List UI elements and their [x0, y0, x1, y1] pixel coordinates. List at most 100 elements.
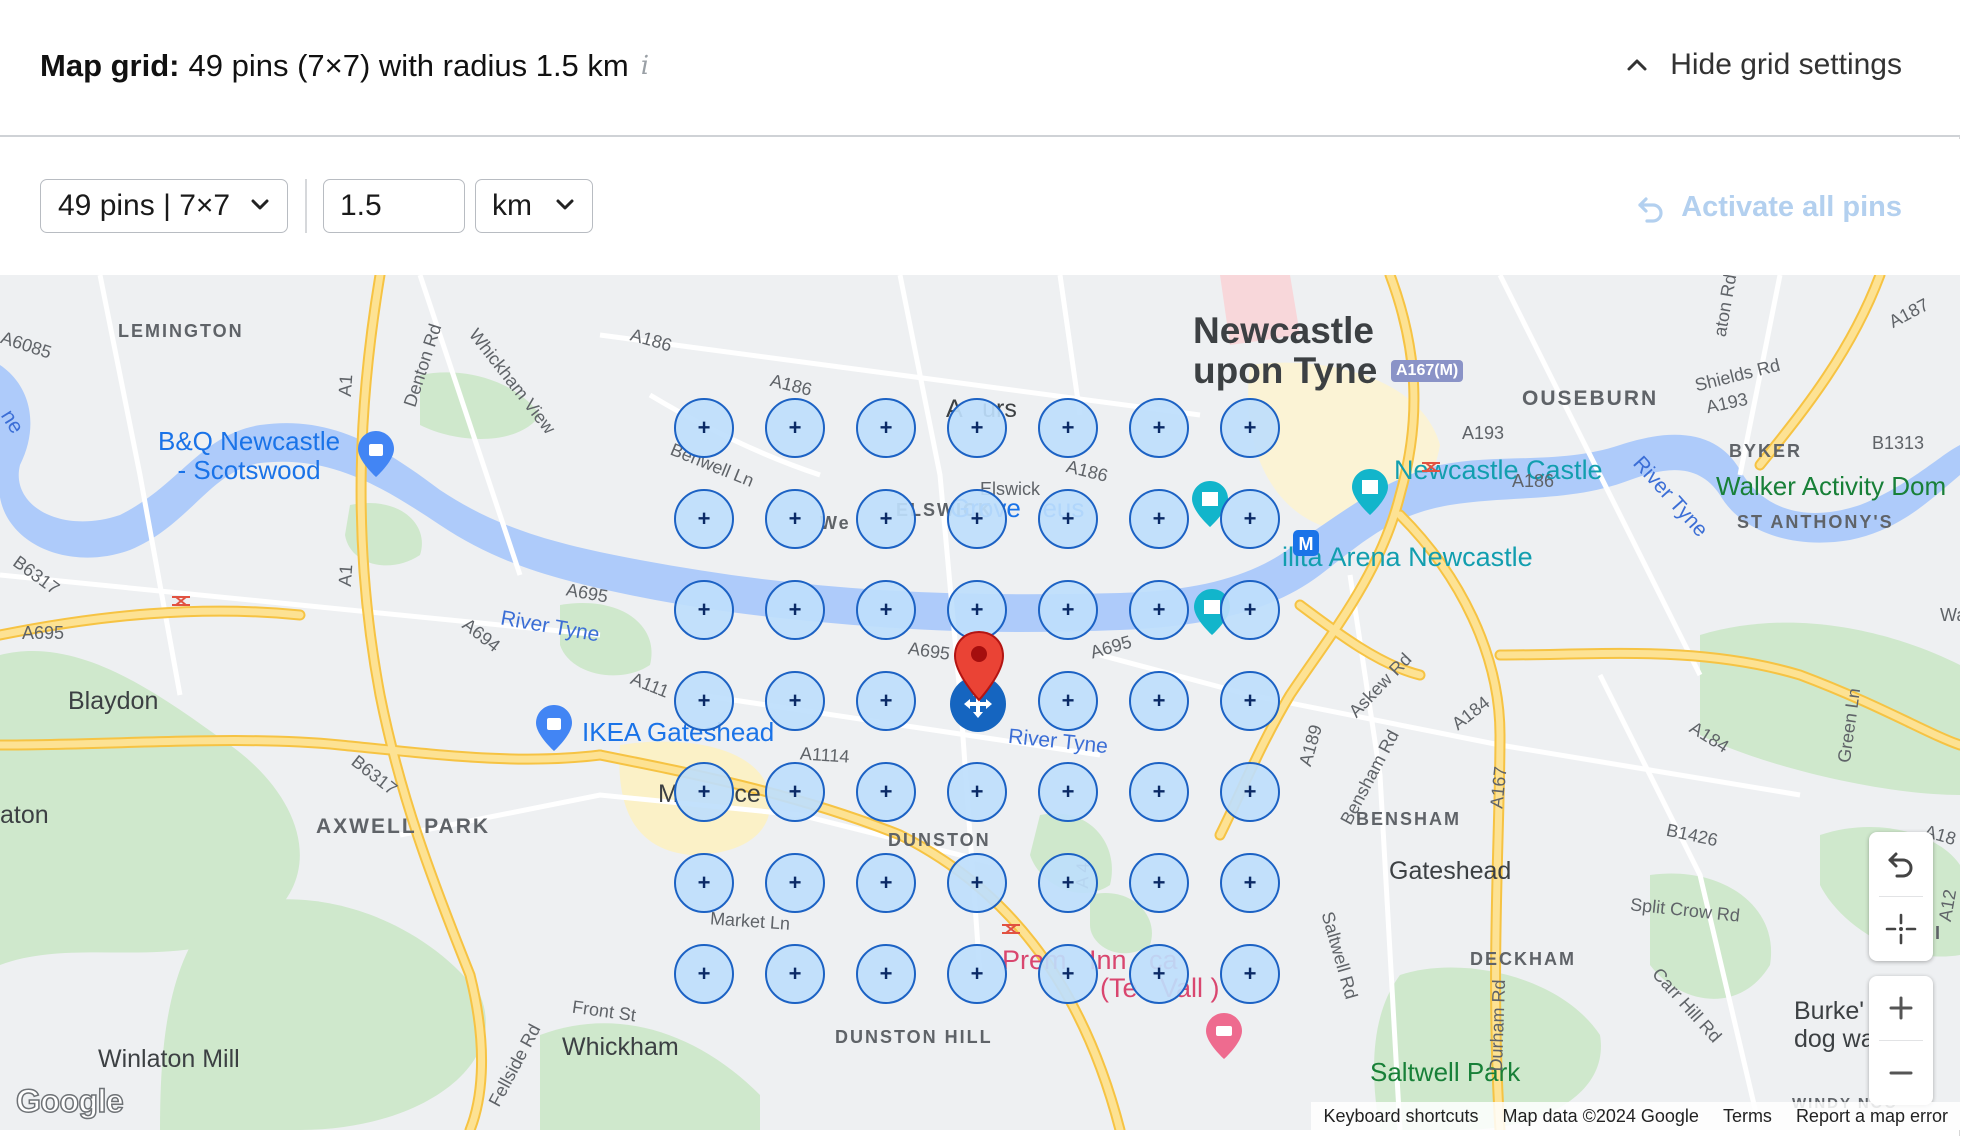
panel-header: Map grid: 49 pins (7×7) with radius 1.5 …: [0, 0, 1960, 137]
label-winlaton: Winlaton Mill: [98, 1045, 240, 1073]
svg-text:M: M: [1299, 534, 1314, 554]
grid-pin[interactable]: +: [765, 762, 825, 822]
label-burke: Burke' dog wa: [1794, 997, 1875, 1053]
grid-pin[interactable]: +: [1038, 853, 1098, 913]
grid-pin[interactable]: +: [674, 580, 734, 640]
grid-summary-text: 49 pins (7×7) with radius 1.5 km: [188, 48, 629, 83]
grid-pin[interactable]: +: [1220, 944, 1280, 1004]
info-icon[interactable]: i: [641, 51, 649, 81]
label-axwell: AXWELL PARK: [316, 815, 491, 838]
grid-pin[interactable]: +: [765, 671, 825, 731]
grid-pin[interactable]: +: [1129, 853, 1189, 913]
grid-pin[interactable]: +: [1220, 762, 1280, 822]
grid-pin[interactable]: +: [674, 944, 734, 1004]
report-error-link[interactable]: Report a map error: [1784, 1106, 1960, 1127]
undo-icon: [1888, 852, 1913, 878]
grid-pin[interactable]: +: [1129, 489, 1189, 549]
grid-pin[interactable]: +: [1129, 762, 1189, 822]
center-map-button[interactable]: [1869, 897, 1933, 961]
google-logo: Google: [15, 1082, 124, 1120]
grid-summary-label: Map grid:: [40, 48, 180, 83]
label-byker: BYKER: [1729, 441, 1803, 461]
terms-link[interactable]: Terms: [1711, 1106, 1784, 1127]
grid-pin[interactable]: +: [1220, 853, 1280, 913]
radius-input[interactable]: 1.5: [323, 179, 465, 233]
grid-pin[interactable]: +: [674, 762, 734, 822]
grid-controls: 49 pins | 7×7 1.5 km Activate all pins: [0, 139, 1960, 275]
grid-pin[interactable]: +: [674, 671, 734, 731]
grid-pin[interactable]: +: [947, 853, 1007, 913]
grid-pin[interactable]: +: [674, 853, 734, 913]
label-blaydon: Blaydon: [68, 687, 159, 715]
grid-pin[interactable]: +: [856, 489, 916, 549]
grid-pin[interactable]: +: [1038, 489, 1098, 549]
crosshair-icon: [1885, 913, 1917, 945]
divider: [305, 179, 307, 233]
label-ikea: IKEA Gateshead: [582, 717, 775, 747]
zoom-out-button[interactable]: [1869, 1041, 1933, 1105]
label-newcastle: Newcastle upon Tyne: [1193, 310, 1378, 391]
plus-icon: [1889, 996, 1913, 1020]
grid-pin[interactable]: +: [674, 489, 734, 549]
grid-pin[interactable]: +: [1129, 398, 1189, 458]
grid-pin[interactable]: +: [1220, 489, 1280, 549]
label-lemington: LEMINGTON: [118, 321, 244, 341]
rail-icon: [1002, 924, 1020, 934]
grid-pin[interactable]: +: [1038, 580, 1098, 640]
zoom-controls: [1869, 976, 1933, 1105]
label-a695-1: A695: [22, 623, 65, 643]
grid-pin[interactable]: +: [856, 671, 916, 731]
map-canvas[interactable]: LEMINGTON Newcastle upon Tyne A167(M) OU…: [0, 275, 1960, 1130]
grid-pin[interactable]: +: [947, 762, 1007, 822]
label-dunston-hill: DUNSTON HILL: [835, 1027, 993, 1047]
label-a12: A12: [1934, 887, 1960, 923]
grid-pin[interactable]: +: [1038, 944, 1098, 1004]
location-marker-icon: [953, 630, 1005, 702]
map-attribution: Keyboard shortcuts Map data ©2024 Google…: [1311, 1102, 1960, 1130]
label-ouseburn: OUSEBURN: [1522, 387, 1659, 410]
chevron-down-icon: [251, 199, 269, 210]
grid-pin[interactable]: +: [856, 762, 916, 822]
shopping-pin-icon: [536, 705, 572, 751]
grid-pin[interactable]: +: [947, 398, 1007, 458]
label-walker: Walker Activity Dom: [1716, 471, 1947, 501]
grid-pin[interactable]: +: [1220, 580, 1280, 640]
grid-pin[interactable]: +: [947, 944, 1007, 1004]
unit-select[interactable]: km: [475, 179, 593, 233]
grid-pin[interactable]: +: [765, 398, 825, 458]
grid-pin[interactable]: +: [856, 944, 916, 1004]
metro-icon: M: [1293, 530, 1319, 556]
grid-pin[interactable]: +: [1129, 580, 1189, 640]
zoom-in-button[interactable]: [1869, 976, 1933, 1040]
grid-pin[interactable]: +: [1129, 944, 1189, 1004]
grid-pin[interactable]: +: [856, 398, 916, 458]
map-grid-panel: Map grid: 49 pins (7×7) with radius 1.5 …: [0, 0, 1960, 1136]
landmark-pin-icon: [1352, 469, 1388, 515]
minus-icon: [1889, 1071, 1913, 1075]
label-a1-2: A1: [334, 563, 357, 588]
hide-grid-settings-label: Hide grid settings: [1670, 48, 1902, 81]
grid-pin[interactable]: +: [765, 489, 825, 549]
hide-grid-settings-button[interactable]: Hide grid settings: [1626, 48, 1902, 82]
grid-pin[interactable]: +: [947, 489, 1007, 549]
map-data-text: Map data ©2024 Google: [1502, 1105, 1699, 1126]
keyboard-shortcuts-link[interactable]: Keyboard shortcuts: [1311, 1106, 1490, 1127]
grid-pin[interactable]: +: [1038, 398, 1098, 458]
reset-map-button[interactable]: [1869, 832, 1933, 896]
activate-all-pins-button[interactable]: Activate all pins: [1635, 191, 1902, 224]
pins-count-select[interactable]: 49 pins | 7×7: [40, 179, 288, 233]
label-st-anthonys: ST ANTHONY'S: [1737, 512, 1894, 532]
grid-pin[interactable]: +: [765, 944, 825, 1004]
grid-pin[interactable]: +: [1220, 671, 1280, 731]
grid-pin[interactable]: +: [1129, 671, 1189, 731]
grid-pin[interactable]: +: [765, 853, 825, 913]
grid-summary: Map grid: 49 pins (7×7) with radius 1.5 …: [40, 48, 649, 84]
grid-pin[interactable]: +: [1038, 671, 1098, 731]
grid-pin[interactable]: +: [1220, 398, 1280, 458]
label-a1-1: A1: [334, 373, 357, 398]
grid-pin[interactable]: +: [856, 853, 916, 913]
grid-pin[interactable]: +: [1038, 762, 1098, 822]
grid-pin[interactable]: +: [674, 398, 734, 458]
grid-pin[interactable]: +: [765, 580, 825, 640]
grid-pin[interactable]: +: [856, 580, 916, 640]
